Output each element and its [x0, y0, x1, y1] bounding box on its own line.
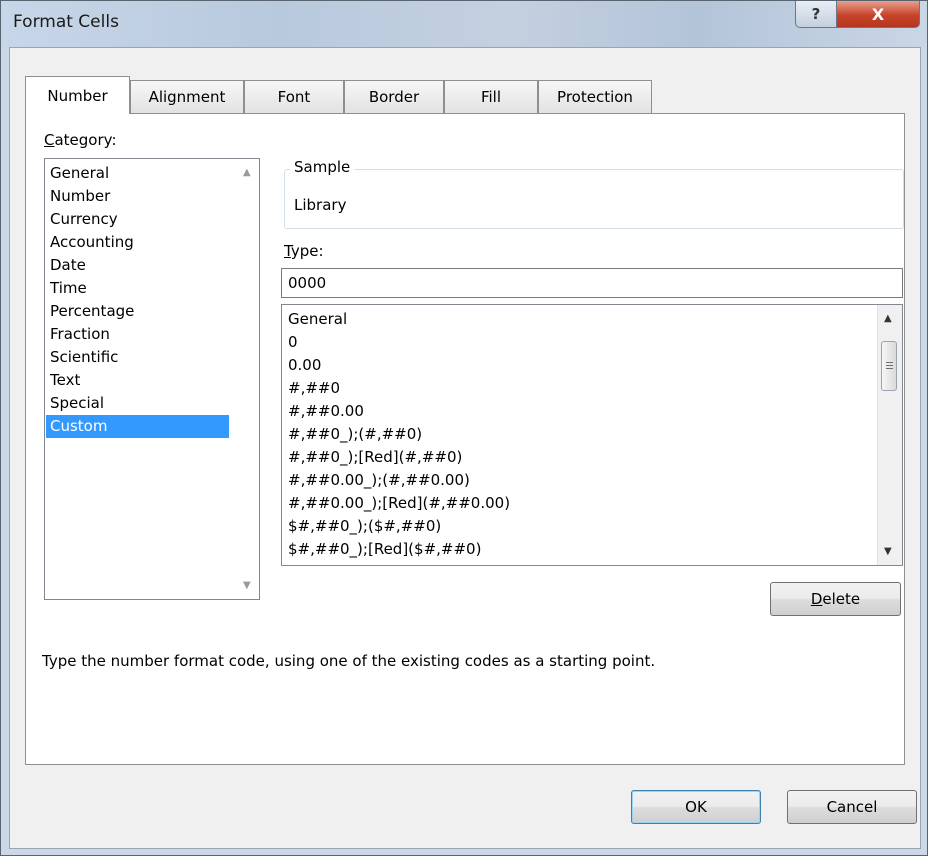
delete-button-label: Delete	[810, 590, 861, 608]
type-input[interactable]	[281, 268, 903, 298]
type-label: Type:	[284, 242, 324, 260]
title-bar[interactable]: Format Cells ? X	[1, 1, 927, 47]
grip-line	[886, 365, 893, 366]
category-item-time[interactable]: Time	[46, 277, 229, 300]
category-item-custom[interactable]: Custom	[46, 415, 229, 438]
category-item-accounting[interactable]: Accounting	[46, 231, 229, 254]
ok-button[interactable]: OK	[631, 790, 761, 824]
tab-border[interactable]: Border	[344, 80, 444, 113]
tab-number[interactable]: Number	[25, 76, 130, 114]
category-item-percentage[interactable]: Percentage	[46, 300, 229, 323]
scroll-thumb[interactable]	[881, 341, 897, 391]
scroll-up-arrow-icon[interactable]: ▲	[884, 313, 892, 324]
category-list[interactable]: General Number Currency Accounting Date …	[44, 158, 260, 600]
cancel-button[interactable]: Cancel	[787, 790, 917, 824]
category-item-general[interactable]: General	[46, 162, 229, 185]
category-item-date[interactable]: Date	[46, 254, 229, 277]
format-code-item[interactable]: $#,##0_);[Red]($#,##0)	[288, 540, 481, 558]
tab-label: Border	[368, 88, 420, 106]
category-item-text[interactable]: Text	[46, 369, 229, 392]
format-code-item[interactable]: #,##0.00_);(#,##0.00)	[288, 471, 470, 489]
format-code-item[interactable]: #,##0_);(#,##0)	[288, 425, 422, 443]
format-code-item[interactable]: 0.00	[288, 356, 321, 374]
close-icon: X	[871, 4, 885, 24]
tab-protection[interactable]: Protection	[538, 80, 652, 113]
format-code-item[interactable]: 0	[288, 333, 298, 351]
format-cells-dialog: Format Cells ? X Number Alignment Font B…	[0, 0, 928, 856]
format-code-list[interactable]: General 0 0.00 #,##0 #,##0.00 #,##0_);(#…	[281, 304, 903, 566]
help-button[interactable]: ?	[795, 1, 837, 28]
category-item-currency[interactable]: Currency	[46, 208, 229, 231]
grip-line	[886, 362, 893, 363]
tab-label: Protection	[557, 88, 633, 106]
format-code-item[interactable]: #,##0	[288, 379, 340, 397]
tab-label: Font	[277, 88, 311, 106]
format-code-item[interactable]: #,##0.00_);[Red](#,##0.00)	[288, 494, 510, 512]
scroll-down-arrow-icon[interactable]: ▼	[884, 546, 892, 557]
number-tab-panel: Category: General Number Currency Accoun…	[25, 113, 905, 765]
tab-label: Number	[47, 86, 108, 105]
category-item-scientific[interactable]: Scientific	[46, 346, 229, 369]
tab-label: Fill	[480, 88, 502, 106]
tab-fill[interactable]: Fill	[444, 80, 538, 113]
tab-label: Alignment	[148, 88, 226, 106]
sample-value: Library	[294, 196, 347, 214]
help-icon: ?	[811, 5, 821, 23]
close-button[interactable]: X	[836, 1, 920, 28]
dialog-body: Number Alignment Font Border Fill Protec…	[9, 47, 921, 849]
category-label: Category:	[44, 131, 117, 149]
format-code-item[interactable]: #,##0_);[Red](#,##0)	[288, 448, 462, 466]
sample-legend: Sample	[290, 158, 355, 176]
category-scrollbar[interactable]: ▲ ▼	[237, 159, 259, 599]
format-code-item[interactable]: #,##0.00	[288, 402, 364, 420]
scroll-up-arrow-icon[interactable]: ▲	[243, 167, 251, 178]
sample-group	[284, 169, 904, 229]
format-code-item[interactable]: $#,##0_);($#,##0)	[288, 517, 441, 535]
delete-button[interactable]: Delete	[770, 582, 901, 616]
tab-alignment[interactable]: Alignment	[130, 80, 244, 113]
format-code-item[interactable]: General	[288, 310, 347, 328]
hint-text: Type the number format code, using one o…	[42, 652, 656, 670]
grip-line	[886, 368, 893, 369]
category-item-fraction[interactable]: Fraction	[46, 323, 229, 346]
category-item-special[interactable]: Special	[46, 392, 229, 415]
scroll-down-arrow-icon[interactable]: ▼	[243, 580, 251, 591]
category-item-number[interactable]: Number	[46, 185, 229, 208]
format-code-scrollbar[interactable]: ▲ ▼	[877, 305, 902, 565]
tab-font[interactable]: Font	[244, 80, 344, 113]
window-title: Format Cells	[13, 12, 119, 32]
